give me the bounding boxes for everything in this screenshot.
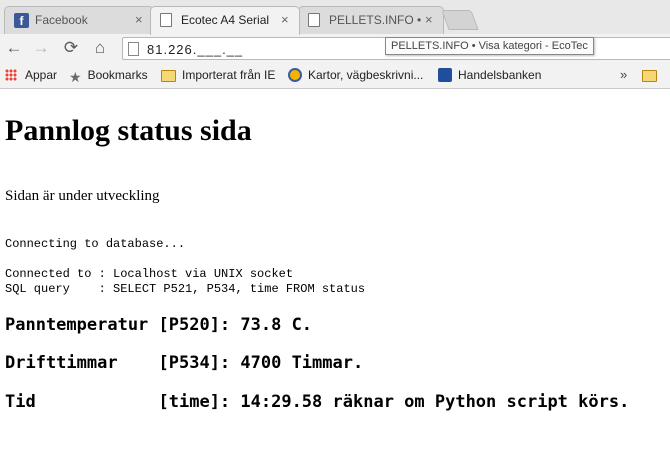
page-icon [128, 42, 139, 56]
reload-button[interactable]: ⟳ [61, 38, 81, 58]
facebook-icon: f [14, 13, 29, 28]
apps-grid-icon [5, 69, 17, 81]
bank-icon [438, 68, 452, 82]
sql-query-text: SQL query : SELECT P521, P534, time FROM… [5, 282, 366, 296]
drifttimmar-line: Drifttimmar [P534]: 4700 Timmar. [5, 353, 364, 373]
bookmark-label: Importerat från IE [182, 68, 276, 82]
close-icon[interactable]: × [425, 12, 433, 28]
tab-title: PELLETS.INFO • V [329, 13, 421, 27]
tab-title: Facebook [35, 13, 88, 27]
folder-icon [642, 70, 657, 82]
page-icon [160, 13, 172, 27]
page-icon [308, 13, 320, 27]
tab-facebook[interactable]: f Facebook × [4, 6, 154, 34]
bookmark-label: Kartor, vägbeskrivni... [308, 68, 424, 82]
bookmark-imported-ie[interactable]: Importerat från IE [161, 68, 275, 83]
tab-title: Ecotec A4 Serial [181, 13, 270, 27]
back-button[interactable]: ← [4, 38, 24, 58]
page-subtitle: Sidan är under utveckling [5, 188, 160, 204]
url-text: 81.226.___.__ [147, 42, 244, 57]
connected-text: Connected to : Localhost via UNIX socket [5, 267, 294, 281]
tab-tooltip: PELLETS.INFO • Visa kategori - EcoTec [385, 37, 594, 55]
folder-icon [161, 70, 176, 82]
close-icon[interactable]: × [281, 12, 289, 28]
maps-icon [288, 68, 302, 82]
bookmark-handelsbanken[interactable]: Handelsbanken [438, 68, 541, 83]
page-title: Pannlog status sida [5, 114, 252, 147]
connecting-text: Connecting to database... [5, 237, 186, 251]
bookmark-label: Handelsbanken [458, 68, 542, 82]
page-content: Pannlog status sida Sidan är under utvec… [0, 90, 670, 464]
bookmark-folder-overflow[interactable] [642, 68, 663, 83]
bookmarks-bar: Appar ★ Bookmarks Importerat från IE Kart… [0, 62, 670, 89]
close-icon[interactable]: × [135, 12, 143, 28]
tab-strip: f Facebook × Ecotec A4 Serial × PELLETS.… [0, 0, 670, 35]
bookmark-bookmarks[interactable]: ★ Bookmarks [69, 68, 148, 85]
star-icon: ★ [69, 69, 82, 85]
tab-ecotec[interactable]: Ecotec A4 Serial × [150, 6, 300, 35]
new-tab-button[interactable] [441, 10, 479, 30]
bookmark-maps[interactable]: Kartor, vägbeskrivni... [288, 68, 423, 83]
tid-line: Tid [time]: 14:29.58 räknar om Python sc… [5, 392, 630, 412]
forward-button[interactable]: → [31, 38, 51, 58]
tab-pellets[interactable]: PELLETS.INFO • V × [298, 6, 444, 34]
bookmark-apps[interactable]: Appar [5, 68, 57, 83]
bookmark-label: Bookmarks [87, 68, 148, 82]
home-button[interactable]: ⌂ [90, 38, 110, 58]
bookmarks-overflow-button[interactable]: » [620, 67, 627, 82]
panntemperatur-line: Panntemperatur [P520]: 73.8 C. [5, 315, 313, 335]
bookmark-label: Appar [25, 68, 58, 82]
